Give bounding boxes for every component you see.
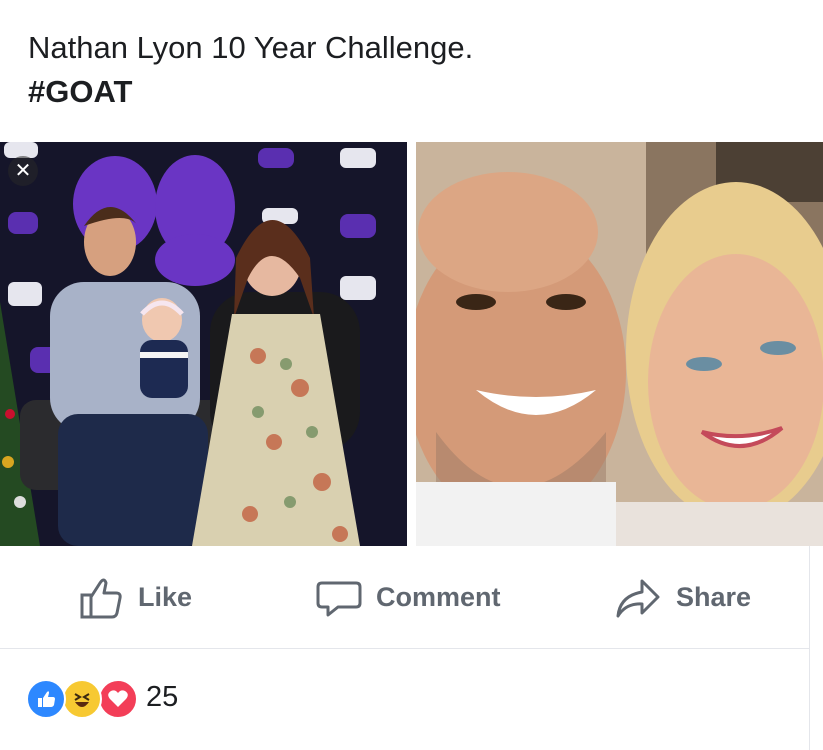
like-button[interactable]: Like [78, 546, 192, 649]
comment-button[interactable]: Comment [316, 546, 501, 649]
post-caption: Nathan Lyon 10 Year Challenge. [28, 30, 474, 65]
reactions-bar[interactable]: 25 [0, 649, 810, 750]
selfie-photo-illustration [416, 142, 823, 546]
like-label: Like [138, 582, 193, 612]
post-text: Nathan Lyon 10 Year Challenge. #GOAT [28, 26, 788, 114]
photo-right[interactable] [416, 142, 823, 546]
share-label: Share [676, 582, 752, 612]
comment-icon [316, 581, 362, 616]
share-button[interactable]: Share [614, 546, 751, 649]
haha-reaction-icon [62, 679, 102, 719]
comment-label: Comment [376, 582, 501, 612]
like-reaction-icon [26, 679, 66, 719]
love-reaction-icon [98, 679, 138, 719]
hashtag-link[interactable]: #GOAT [28, 70, 788, 114]
reaction-count[interactable]: 25 [146, 681, 178, 714]
share-arrow-icon [616, 579, 660, 617]
family-photo-illustration [0, 142, 407, 546]
thumbs-up-icon [80, 578, 122, 618]
reaction-icons [26, 679, 146, 719]
close-icon[interactable]: ✕ [8, 156, 38, 186]
photo-left[interactable]: ✕ [0, 142, 407, 546]
photo-grid: ✕ [0, 142, 823, 546]
action-bar: Like Comment Share [0, 546, 810, 649]
